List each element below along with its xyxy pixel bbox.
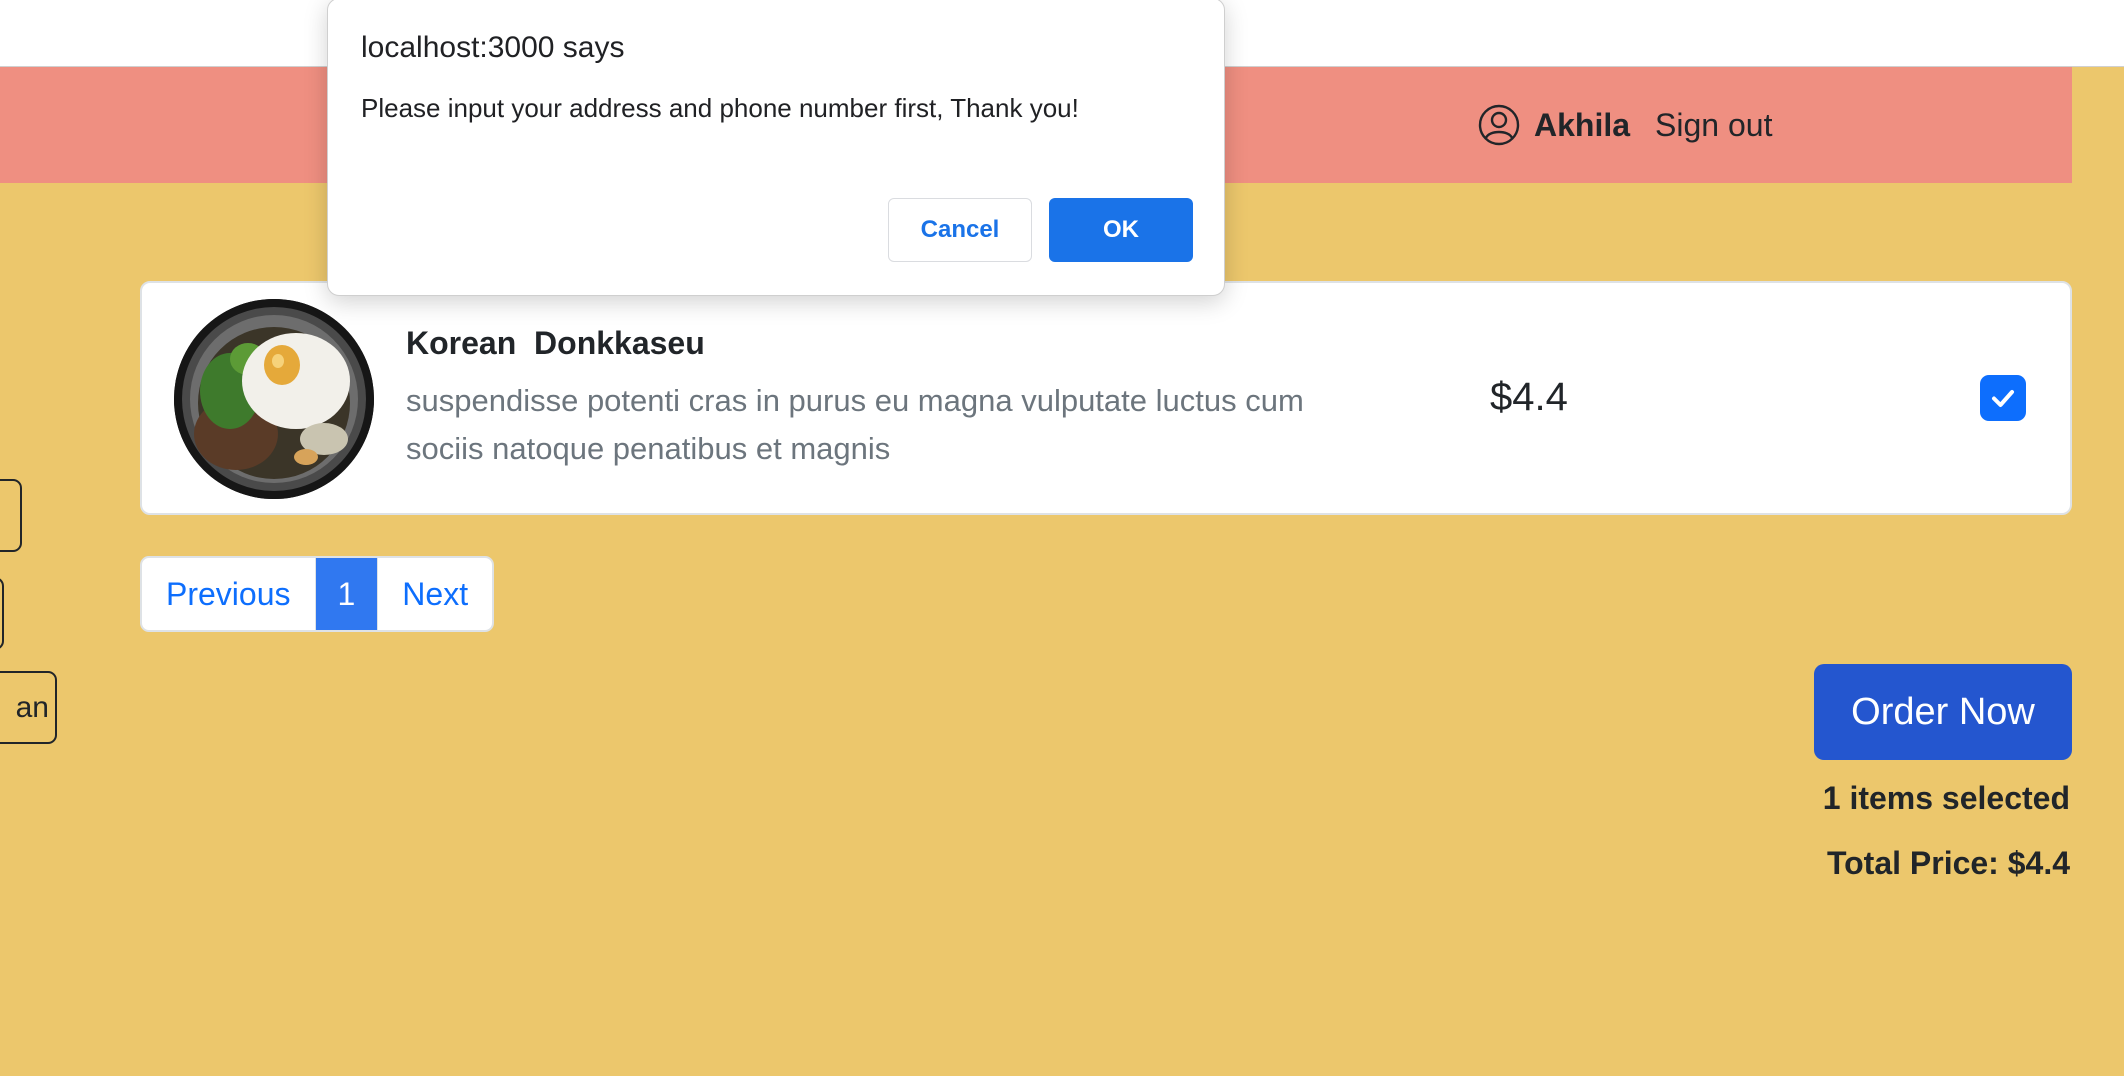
food-title: Korean Donkkaseu <box>406 325 705 361</box>
items-selected-count: 1 items selected <box>1822 780 2070 816</box>
dialog-message: Please input your address and phone numb… <box>361 93 1079 123</box>
dialog-title: localhost:3000 says <box>361 31 625 64</box>
sign-out-link[interactable]: Sign out <box>1655 107 1772 144</box>
food-description: suspendisse potenti cras in purus eu mag… <box>406 383 1304 466</box>
side-filter-button-1[interactable] <box>0 479 22 552</box>
checkmark-icon <box>1992 390 2014 407</box>
menu-item-card: Korean Donkkaseu suspendisse potenti cra… <box>140 281 2072 515</box>
total-price: Total Price: $4.4 <box>1826 845 2070 881</box>
dialog-ok-button[interactable]: OK <box>1049 198 1193 262</box>
select-item-checkbox[interactable] <box>1980 375 2026 421</box>
food-price: $4.4 <box>1490 375 1568 419</box>
user-block: Akhila Sign out <box>1478 67 1772 183</box>
dialog-cancel-button[interactable]: Cancel <box>888 198 1032 262</box>
side-filter-button-2[interactable] <box>0 577 4 650</box>
pagination: Previous 1 Next <box>140 556 495 632</box>
person-circle-icon <box>1478 104 1520 146</box>
pagination-page-1[interactable]: 1 <box>314 558 378 630</box>
food-image-graphic <box>174 299 374 499</box>
pagination-next[interactable]: Next <box>377 558 492 630</box>
pagination-previous[interactable]: Previous <box>142 558 314 630</box>
alert-dialog: localhost:3000 says Please input your ad… <box>327 0 1225 296</box>
food-image <box>174 299 374 499</box>
user-name: Akhila <box>1534 106 1631 143</box>
order-now-button[interactable]: Order Now <box>1814 664 2072 760</box>
side-filter-label: an <box>15 690 49 724</box>
side-filter-button-3[interactable]: an <box>0 671 57 744</box>
